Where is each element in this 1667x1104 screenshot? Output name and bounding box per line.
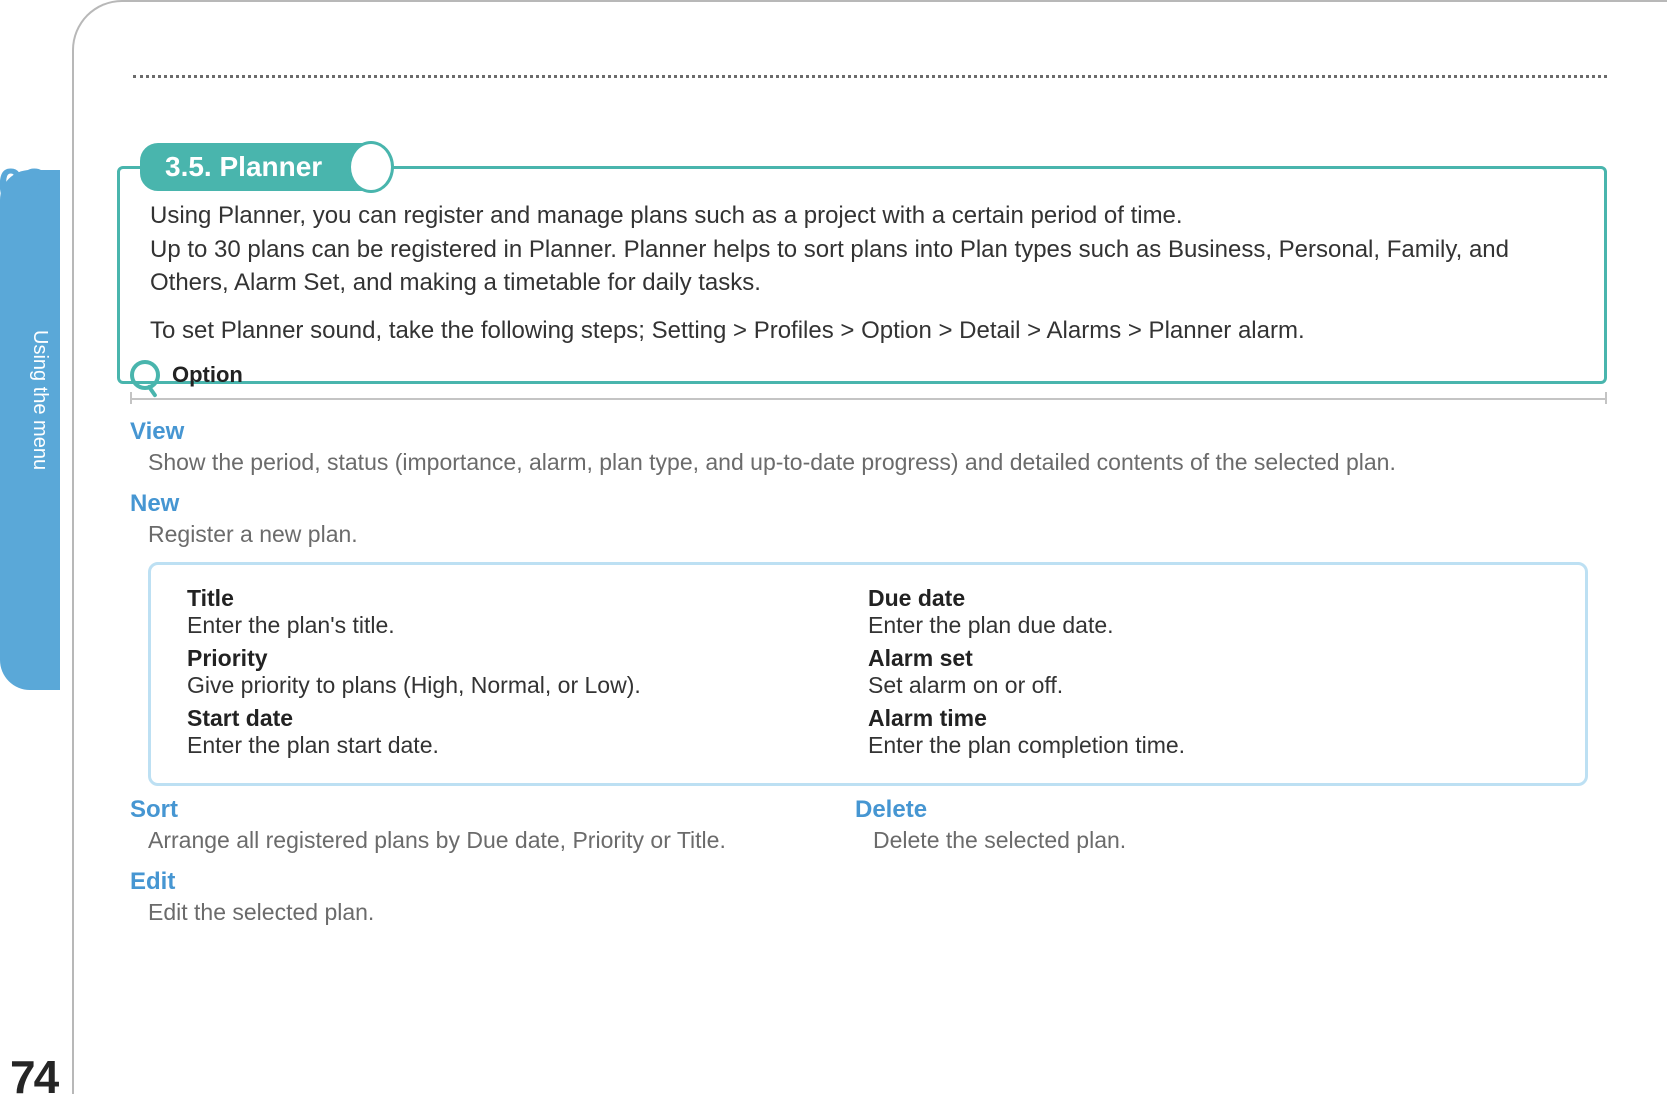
section-body: Using Planner, you can register and mana…	[150, 199, 1574, 347]
field-alarmset-desc: Set alarm on or off.	[868, 672, 1549, 699]
section-para-2: To set Planner sound, take the following…	[150, 314, 1574, 348]
field-alarmtime-desc: Enter the plan completion time.	[868, 732, 1549, 759]
field-alarmset-label: Alarm set	[868, 645, 1549, 672]
field-title-label: Title	[187, 585, 868, 612]
chapter-number: 03	[0, 158, 45, 212]
option-sort-desc: Arrange all registered plans by Due date…	[148, 826, 885, 856]
field-startdate-label: Start date	[187, 705, 868, 732]
section-title-tab: 3.5. Planner	[140, 143, 385, 191]
option-new-heading: New	[130, 490, 1610, 518]
page-number: 74	[10, 1050, 57, 1104]
field-priority-desc: Give priority to plans (High, Normal, or…	[187, 672, 868, 699]
field-duedate-desc: Enter the plan due date.	[868, 612, 1549, 639]
dotted-divider	[133, 75, 1607, 78]
field-title-desc: Enter the plan's title.	[187, 612, 868, 639]
field-priority-label: Priority	[187, 645, 868, 672]
option-label: Option	[172, 362, 243, 388]
option-view-heading: View	[130, 418, 1610, 446]
option-edit-desc: Edit the selected plan.	[148, 898, 1610, 928]
magnifier-icon	[130, 360, 160, 390]
fields-column-left: Title Enter the plan's title. Priority G…	[187, 585, 868, 765]
option-edit-heading: Edit	[130, 868, 1610, 896]
option-delete-desc: Delete the selected plan.	[873, 826, 1610, 856]
option-delete-heading: Delete	[855, 796, 1610, 824]
option-new-desc: Register a new plan.	[148, 520, 1610, 550]
content-area: View Show the period, status (importance…	[130, 418, 1610, 940]
option-tick-left	[130, 392, 132, 404]
sort-delete-row: Sort Arrange all registered plans by Due…	[130, 796, 1610, 868]
option-header-row: Option	[130, 360, 1607, 390]
option-view-desc: Show the period, status (importance, ala…	[148, 448, 1610, 478]
option-sort-heading: Sort	[130, 796, 885, 824]
chapter-title: Using the menu	[28, 330, 51, 470]
field-alarmtime-label: Alarm time	[868, 705, 1549, 732]
section-planner-box: 3.5. Planner Using Planner, you can regi…	[117, 166, 1607, 384]
field-duedate-label: Due date	[868, 585, 1549, 612]
option-tick-right	[1605, 392, 1607, 404]
fields-column-right: Due date Enter the plan due date. Alarm …	[868, 585, 1549, 765]
field-startdate-desc: Enter the plan start date.	[187, 732, 868, 759]
section-para-1: Using Planner, you can register and mana…	[150, 199, 1574, 300]
option-underline	[130, 398, 1607, 400]
new-plan-fields-box: Title Enter the plan's title. Priority G…	[148, 562, 1588, 786]
